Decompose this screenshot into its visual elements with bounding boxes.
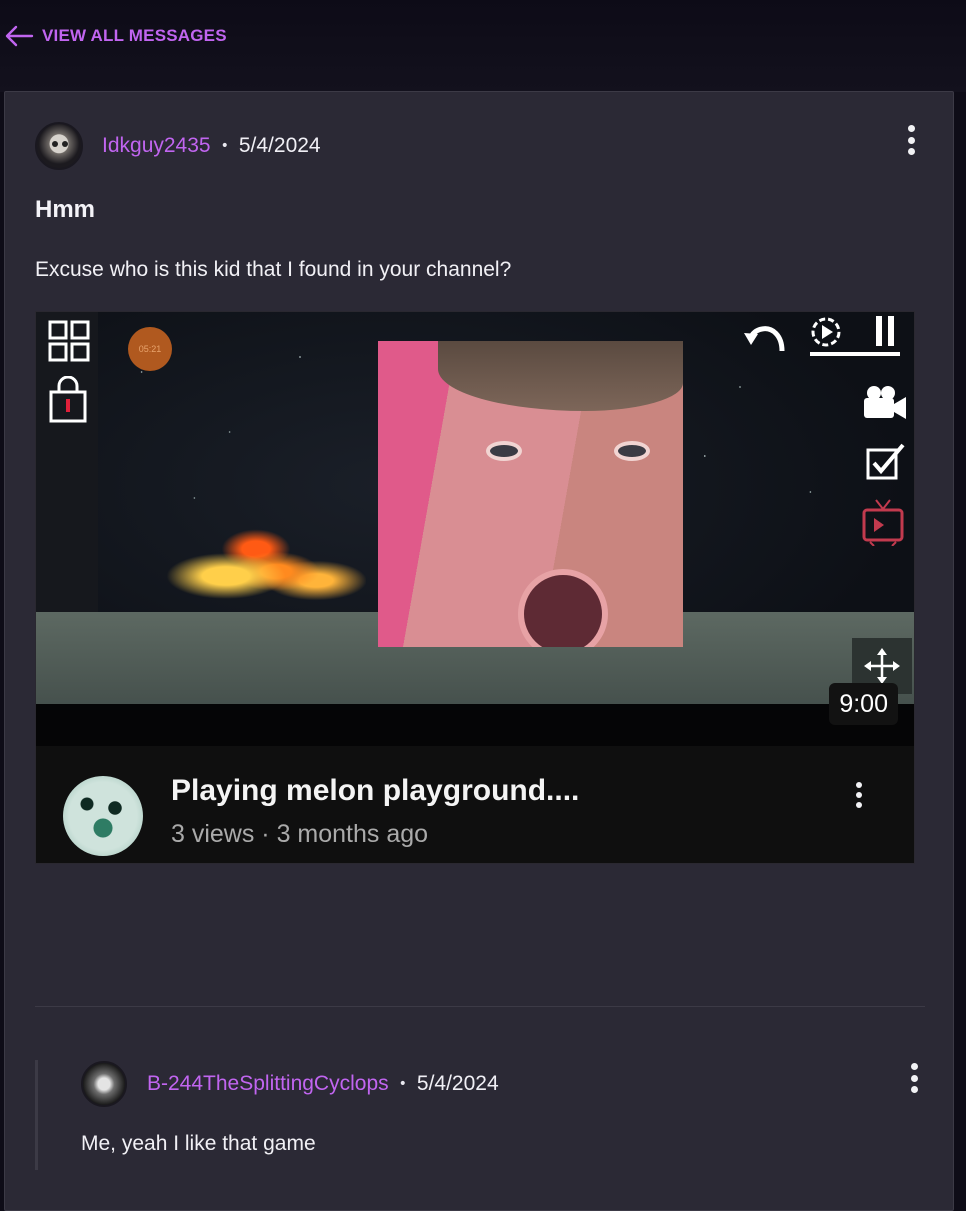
video-more-options-icon[interactable] [854,782,864,808]
tv-icon[interactable] [862,498,906,546]
reply-date: 5/4/2024 [416,1072,499,1095]
video-frame: 05:21 9:00 [36,312,914,746]
view-all-messages-link[interactable]: VIEW ALL MESSAGES [4,24,227,48]
camera-icon[interactable] [862,384,908,422]
progress-underline [810,352,900,356]
back-label: VIEW ALL MESSAGES [42,26,227,45]
post-header: Idkguy2435 • 5/4/2024 [35,122,321,170]
undo-icon[interactable] [742,317,790,357]
video-screenshot-attachment[interactable]: 05:21 9:00 Playing melon playground.... … [35,311,915,864]
reply-header: B-244TheSplittingCyclops • 5/4/2024 [81,1060,499,1108]
channel-avatar[interactable] [63,776,143,856]
separator-dot: • [220,138,229,154]
post-more-options-icon[interactable] [906,125,916,155]
checkbox-icon[interactable] [866,442,906,482]
top-bar: VIEW ALL MESSAGES [0,0,966,92]
webcam-overlay [378,341,683,647]
reply-divider [35,1006,925,1007]
reply-more-options-icon[interactable] [909,1063,919,1093]
post-date: 5/4/2024 [238,134,321,157]
video-meta: 3 views · 3 months ago [171,820,429,848]
video-info: Playing melon playground.... 3 views · 3… [36,746,914,863]
message-card: Idkguy2435 • 5/4/2024 Hmm Excuse who is … [4,91,954,1211]
pause-icon[interactable] [870,314,900,348]
post-author-link[interactable]: Idkguy2435 [102,134,211,158]
recording-timer: 05:21 [128,327,172,371]
fire-effect [166,522,366,612]
arrow-left-icon [5,25,34,47]
reply-item: B-244TheSplittingCyclops • 5/4/2024 Me, … [35,1060,925,1170]
grid-icon[interactable] [48,320,90,362]
record-icon[interactable] [806,312,846,352]
post-body: Excuse who is this kid that I found in y… [35,258,512,281]
author-avatar[interactable] [35,122,83,170]
reply-author-avatar[interactable] [81,1061,127,1107]
separator-dot: • [398,1076,407,1092]
reply-author-link[interactable]: B-244TheSplittingCyclops [147,1072,389,1096]
lock-icon[interactable] [48,376,88,424]
video-title[interactable]: Playing melon playground.... [171,774,579,808]
reply-body: Me, yeah I like that game [81,1132,316,1155]
move-icon [864,648,900,684]
video-duration: 9:00 [829,683,898,725]
post-title: Hmm [35,196,96,223]
